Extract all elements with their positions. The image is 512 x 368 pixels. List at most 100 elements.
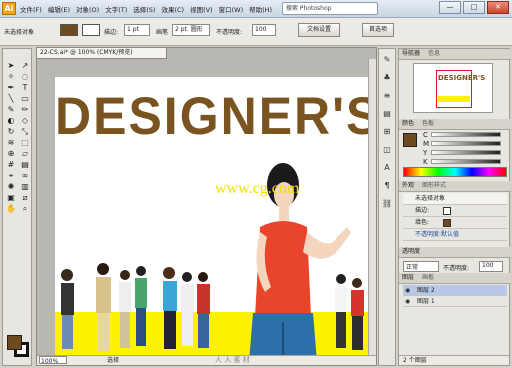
- layer-name[interactable]: 图层 2: [417, 287, 435, 294]
- menu-help[interactable]: 帮助(H): [249, 4, 272, 14]
- direct-selection-icon[interactable]: ↗: [18, 61, 32, 71]
- rotate-tool-icon[interactable]: ↻: [4, 127, 18, 137]
- slice-tool-icon[interactable]: ⧄: [18, 193, 32, 203]
- transparency-controls: 正常 不透明度: 100: [403, 261, 507, 273]
- line-tool-icon[interactable]: ╲: [4, 94, 18, 104]
- graph-tool-icon[interactable]: ▥: [18, 182, 32, 192]
- brush-tool-icon[interactable]: ✎: [4, 105, 18, 115]
- menu-view[interactable]: 视图(V): [190, 4, 213, 14]
- color-spectrum[interactable]: [403, 167, 507, 177]
- paragraph-icon[interactable]: ¶: [379, 179, 395, 193]
- eyedropper-icon[interactable]: ⌖: [4, 171, 18, 181]
- transparency-panel-header[interactable]: 透明度: [399, 247, 511, 258]
- magic-wand-icon[interactable]: ✧: [4, 72, 18, 82]
- close-button[interactable]: ✕: [487, 1, 509, 14]
- zoom-tool-icon[interactable]: ⌕: [18, 204, 32, 214]
- symbol-sprayer-icon[interactable]: ✺: [4, 182, 18, 192]
- appearance-fill-row[interactable]: 填色:: [403, 217, 507, 229]
- maximize-button[interactable]: □: [463, 1, 485, 14]
- color-tab[interactable]: 颜色: [402, 120, 414, 127]
- mesh-tool-icon[interactable]: #: [4, 160, 18, 170]
- shape-builder-icon[interactable]: ⊕: [4, 149, 18, 159]
- k-slider[interactable]: [431, 159, 501, 164]
- links-icon[interactable]: ⛓: [379, 197, 395, 211]
- gradient-tool-icon[interactable]: ▤: [18, 160, 32, 170]
- eye-icon[interactable]: ◉: [405, 285, 410, 296]
- scale-tool-icon[interactable]: ⤡: [18, 127, 32, 137]
- menu-effect[interactable]: 效果(C): [161, 4, 184, 14]
- preferences-button[interactable]: 首选项: [362, 23, 394, 37]
- vertical-scrollbar[interactable]: [368, 59, 376, 357]
- c-slider[interactable]: [431, 132, 501, 137]
- info-tab[interactable]: 信息: [428, 50, 440, 57]
- type-tool-icon[interactable]: T: [18, 83, 32, 93]
- appearance-opacity-row[interactable]: 不透明度:默认值: [403, 229, 507, 241]
- pencil-tool-icon[interactable]: ✏: [18, 105, 32, 115]
- artboard-tool-icon[interactable]: ▣: [4, 193, 18, 203]
- layer-row[interactable]: ◉ 图层 1: [403, 296, 507, 307]
- color-panel-header[interactable]: 颜色 色板: [399, 119, 511, 130]
- stroke-icon[interactable]: ≡: [379, 89, 395, 103]
- navigator-tab[interactable]: 导航器: [402, 50, 420, 57]
- layer-name[interactable]: 图层 1: [417, 298, 435, 305]
- appearance-stroke-row[interactable]: 描边:: [403, 205, 507, 217]
- blend-mode-select[interactable]: 正常: [403, 261, 439, 272]
- m-slider[interactable]: [431, 141, 501, 146]
- minimize-button[interactable]: —: [439, 1, 461, 14]
- eraser-tool-icon[interactable]: ◇: [18, 116, 32, 126]
- layers-panel-header[interactable]: 图层 画板: [399, 273, 511, 284]
- search-field[interactable]: 搜索 Photoshop: [282, 2, 378, 15]
- transparency-tab[interactable]: 透明度: [402, 248, 420, 255]
- pen-tool-icon[interactable]: ✒: [4, 83, 18, 93]
- menu-select[interactable]: 选择(S): [133, 4, 155, 14]
- document-tab[interactable]: 22-CS.ai* @ 100% (CMYK/预览): [37, 48, 167, 59]
- opacity-label-panel: 不透明度:: [443, 265, 470, 272]
- perspective-icon[interactable]: ▱: [18, 149, 32, 159]
- fill-stroke-widget[interactable]: [7, 335, 29, 357]
- menu-object[interactable]: 对象(O): [76, 4, 99, 14]
- artboard[interactable]: DESIGNER'S www.cg.com: [55, 77, 375, 362]
- fill-indicator[interactable]: [7, 335, 22, 350]
- menu-file[interactable]: 文件(F): [20, 4, 42, 14]
- stroke-weight-field[interactable]: 1 pt: [124, 24, 150, 36]
- menu-edit[interactable]: 编辑(E): [48, 4, 70, 14]
- swatches-tab[interactable]: 色板: [422, 120, 434, 127]
- hand-tool-icon[interactable]: ✋: [4, 204, 18, 214]
- status-info[interactable]: 选择: [107, 356, 119, 365]
- lasso-icon[interactable]: ◌: [18, 72, 32, 82]
- zoom-field[interactable]: 100%: [39, 356, 67, 365]
- free-transform-icon[interactable]: ⬚: [18, 138, 32, 148]
- stroke-row-swatch[interactable]: [443, 207, 451, 215]
- appearance-panel-header[interactable]: 外观 图形样式: [399, 181, 511, 192]
- appearance-tab[interactable]: 外观: [402, 182, 414, 189]
- opacity-field-panel[interactable]: 100: [479, 261, 503, 272]
- gradient-icon[interactable]: ▤: [379, 107, 395, 121]
- rectangle-tool-icon[interactable]: ▭: [18, 94, 32, 104]
- brush-select[interactable]: 2 pt. 圆形: [172, 24, 210, 36]
- eye-icon[interactable]: ◉: [405, 296, 410, 307]
- background-figures: [61, 263, 364, 351]
- brushes-icon[interactable]: ✎: [379, 53, 395, 67]
- fill-row-swatch[interactable]: [443, 219, 451, 227]
- warp-tool-icon[interactable]: ≋: [4, 138, 18, 148]
- fill-swatch[interactable]: [60, 24, 78, 36]
- layers-tab[interactable]: 图层: [402, 274, 414, 281]
- menu-type[interactable]: 文字(T): [105, 4, 127, 14]
- blob-brush-icon[interactable]: ◐: [4, 116, 18, 126]
- symbols-icon[interactable]: ♣: [379, 71, 395, 85]
- opacity-field[interactable]: 100: [252, 24, 276, 36]
- artboards-tab[interactable]: 画板: [422, 274, 434, 281]
- navigator-panel-header[interactable]: 导航器 信息: [399, 49, 511, 60]
- pathfinder-icon[interactable]: ◫: [379, 143, 395, 157]
- selection-tool-icon[interactable]: ➤: [4, 61, 18, 71]
- graphic-styles-tab[interactable]: 图形样式: [422, 182, 446, 189]
- align-icon[interactable]: ⊞: [379, 125, 395, 139]
- document-setup-button[interactable]: 文档设置: [298, 23, 340, 37]
- blend-tool-icon[interactable]: ∞: [18, 171, 32, 181]
- character-icon[interactable]: A: [379, 161, 395, 175]
- stroke-swatch[interactable]: [82, 24, 100, 36]
- layer-row[interactable]: ◉ 图层 2: [403, 285, 507, 296]
- menu-window[interactable]: 窗口(W): [219, 4, 244, 14]
- y-slider[interactable]: [431, 150, 501, 155]
- navigator-thumbnail[interactable]: DESIGNER'S: [413, 63, 493, 113]
